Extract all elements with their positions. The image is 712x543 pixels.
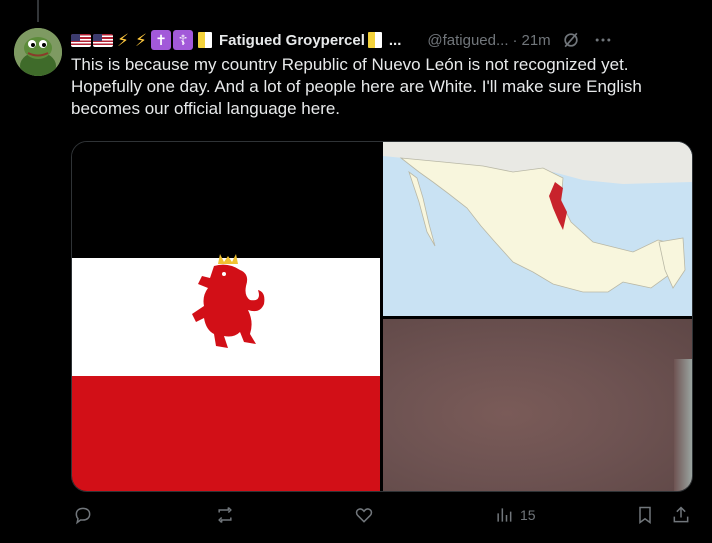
vatican-flag-icon bbox=[198, 32, 212, 48]
avatar-frog-image bbox=[14, 28, 62, 76]
views-icon bbox=[497, 508, 512, 522]
media-right-column bbox=[383, 142, 692, 491]
vatican-flag-icon bbox=[367, 32, 382, 48]
repost-button[interactable] bbox=[215, 505, 241, 525]
reply-icon bbox=[75, 507, 91, 525]
mexico-map-graphic bbox=[383, 142, 692, 316]
latin-cross-icon: ✝ bbox=[151, 30, 171, 50]
lightning-icon: ⚡ bbox=[117, 30, 129, 50]
us-flag-icon bbox=[93, 32, 113, 48]
like-button[interactable] bbox=[354, 505, 380, 525]
post-content: ⚡ ⚡ ✝ ☦ Fatigued Groypercel ... @fatigue… bbox=[71, 28, 697, 120]
share-icon bbox=[673, 506, 689, 523]
flag-stripe-black bbox=[72, 142, 380, 258]
views-count: 15 bbox=[520, 507, 536, 523]
name-emojis: ⚡ ⚡ ✝ ☦ bbox=[71, 30, 215, 50]
repost-icon bbox=[218, 506, 232, 524]
separator: · bbox=[512, 31, 518, 49]
orthodox-cross-icon: ☦ bbox=[173, 30, 193, 50]
bookmark-icon bbox=[639, 506, 651, 524]
author-name[interactable]: Fatigued Groypercel bbox=[219, 32, 365, 49]
like-icon bbox=[355, 508, 373, 523]
name-overflow: ... bbox=[388, 31, 402, 49]
post-header: ⚡ ⚡ ✝ ☦ Fatigued Groypercel ... @fatigue… bbox=[71, 28, 697, 52]
flag-stripe-red bbox=[72, 376, 380, 491]
map-image[interactable] bbox=[383, 142, 692, 316]
lion-emblem-icon bbox=[192, 254, 265, 348]
post-text: This is because my country Republic of N… bbox=[71, 55, 642, 118]
author-handle[interactable]: @fatigued... bbox=[427, 32, 508, 49]
share-button[interactable] bbox=[671, 505, 691, 525]
flag-image[interactable] bbox=[72, 142, 380, 491]
grok-icon[interactable] bbox=[561, 30, 581, 50]
timestamp[interactable]: 21m bbox=[522, 32, 551, 49]
flag-stripe-white bbox=[72, 254, 380, 376]
photo-image[interactable] bbox=[383, 319, 692, 491]
more-icon[interactable] bbox=[593, 30, 613, 50]
reply-button[interactable] bbox=[73, 505, 99, 525]
us-flag-icon bbox=[71, 32, 91, 48]
action-bar: 15 bbox=[71, 505, 697, 533]
thread-line bbox=[37, 0, 39, 22]
lightning-icon: ⚡ bbox=[135, 30, 147, 50]
avatar[interactable] bbox=[14, 28, 62, 76]
views-button[interactable]: 15 bbox=[494, 505, 536, 525]
bookmark-button[interactable] bbox=[635, 505, 655, 525]
media-grid bbox=[71, 141, 693, 492]
